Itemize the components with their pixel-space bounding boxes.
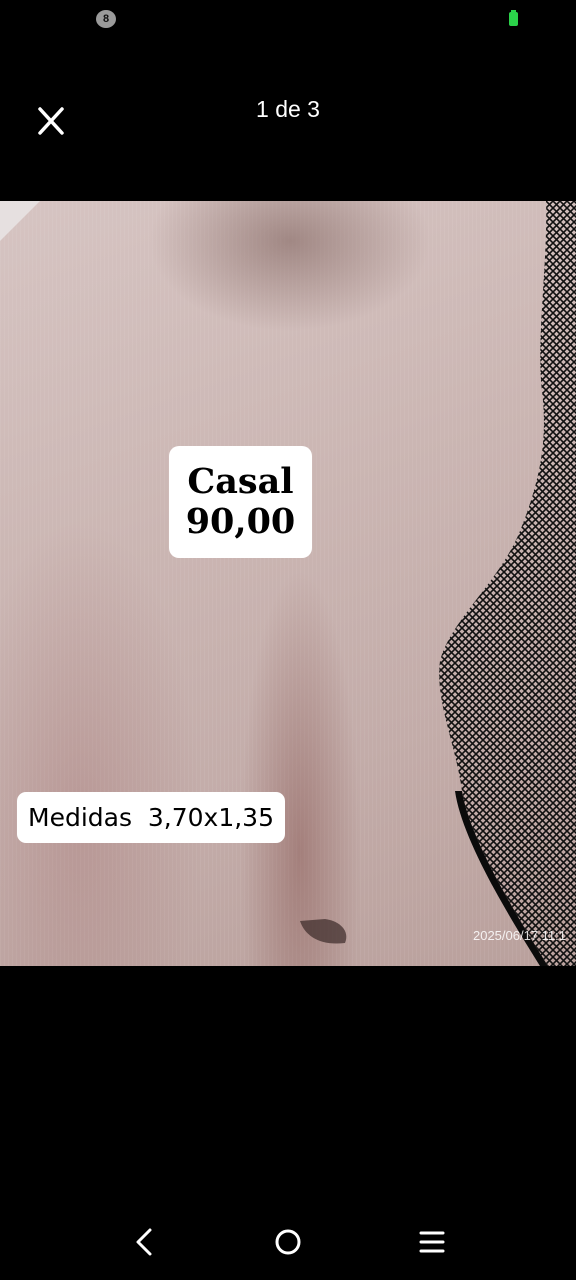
notification-count: 8 [96, 10, 116, 28]
product-photo[interactable]: Casal 90,00 Medidas 3,70x1,35 2025/06/17… [0, 201, 576, 966]
back-button[interactable] [124, 1224, 164, 1260]
recents-button[interactable] [412, 1224, 452, 1260]
back-chevron-icon [136, 1228, 152, 1256]
chat-bubble-icon: 8 [96, 10, 116, 28]
home-button[interactable] [268, 1224, 308, 1260]
viewer-top-bar: 1 de 3 [0, 80, 576, 144]
image-counter: 1 de 3 [256, 96, 320, 122]
status-bar: 8 [0, 0, 576, 40]
price-value: 90,00 [185, 501, 296, 542]
photo-timestamp: 2025/06/17 11:1 [472, 928, 566, 943]
price-label: Casal [187, 461, 294, 502]
system-nav-bar [0, 1212, 576, 1272]
home-circle-icon [275, 1229, 301, 1255]
size-label: Medidas 3,70x1,35 [17, 792, 285, 843]
recents-lines-icon [419, 1231, 445, 1253]
price-tag: Casal 90,00 [169, 446, 312, 558]
battery-icon [509, 10, 518, 26]
fabric-mesh-decoration [0, 201, 576, 966]
